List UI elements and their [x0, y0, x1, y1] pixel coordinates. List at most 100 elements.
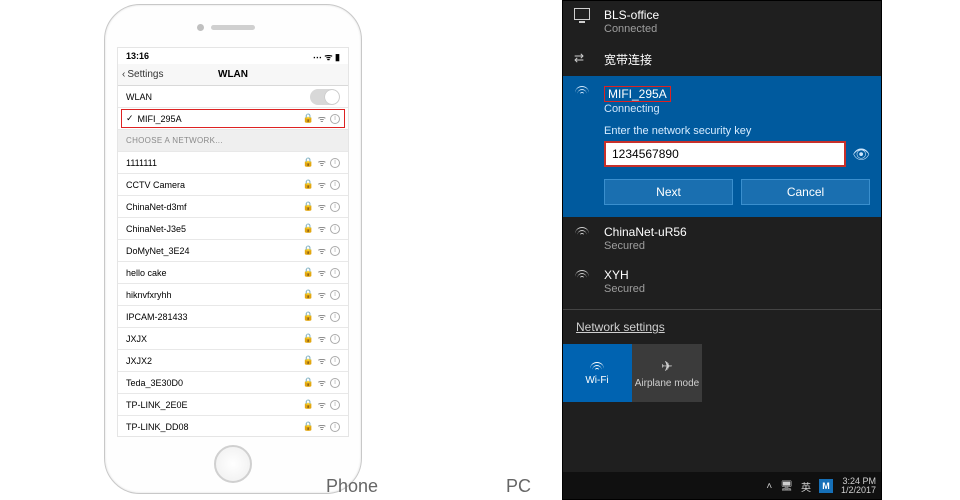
- wifi-icon: ᯤ: [318, 178, 326, 191]
- wlan-toggle[interactable]: [310, 89, 340, 105]
- status-bar: 13:16 ⋯ ᯤ ▮: [118, 48, 348, 64]
- network-row[interactable]: hello cake🔒ᯤi: [118, 262, 348, 284]
- button-row: Next Cancel: [604, 179, 870, 205]
- info-icon[interactable]: i: [330, 356, 340, 366]
- network-row[interactable]: CCTV Camera🔒 ᯤi: [118, 174, 348, 196]
- wifi-icon: ᯤ: [318, 398, 326, 411]
- network-item[interactable]: ChinaNet-uR56 Secured: [562, 217, 882, 260]
- quick-tiles: Wi-Fi ✈ Airplane mode: [562, 344, 882, 402]
- lock-icon: 🔒: [303, 333, 314, 344]
- info-icon[interactable]: i: [330, 334, 340, 344]
- info-icon[interactable]: i: [330, 312, 340, 322]
- home-button[interactable]: [214, 445, 252, 483]
- network-name: 宽带连接: [604, 51, 870, 68]
- phone-camera: [197, 24, 204, 31]
- info-icon[interactable]: i: [330, 290, 340, 300]
- network-ssid: Teda_3E30D0: [126, 378, 303, 388]
- row-icons: 🔒ᯤi: [303, 310, 340, 323]
- lock-icon: 🔒: [303, 179, 314, 190]
- airplane-icon: ✈: [661, 358, 673, 375]
- wifi-icon: [589, 360, 605, 372]
- airplane-tile[interactable]: ✈ Airplane mode: [632, 344, 702, 402]
- section-header: CHOOSE A NETWORK...: [118, 130, 348, 152]
- tray-clock[interactable]: 3:24 PM 1/2/2017: [841, 477, 876, 496]
- info-icon[interactable]: i: [330, 378, 340, 388]
- row-icons: 🔒ᯤi: [303, 376, 340, 389]
- network-list: 1111111🔒ᯤiCCTV Camera🔒ᯤiChinaNet-d3mf🔒ᯤi…: [118, 152, 348, 437]
- network-ssid: ChinaNet-J3e5: [126, 224, 303, 234]
- wifi-icon: [574, 84, 592, 98]
- network-row[interactable]: ChinaNet-d3mf🔒ᯤi: [118, 196, 348, 218]
- network-row[interactable]: JXJX2🔒ᯤi: [118, 350, 348, 372]
- tray-up-icon[interactable]: ˄: [766, 481, 772, 492]
- network-name: BLS-office: [604, 8, 870, 22]
- info-icon[interactable]: i: [330, 180, 340, 190]
- info-icon[interactable]: i: [330, 202, 340, 212]
- lock-icon: 🔒: [303, 157, 314, 168]
- phone-speaker: [211, 25, 255, 30]
- connected-network-row[interactable]: ✓ MIFI_295A 🔒 ᯤ i: [118, 108, 348, 130]
- network-ssid: hello cake: [126, 268, 303, 278]
- network-row[interactable]: TP-LINK_DD08🔒ᯤi: [118, 416, 348, 437]
- back-label: Settings: [127, 69, 163, 80]
- phone-screen: 13:16 ⋯ ᯤ ▮ ‹ Settings WLAN WLAN ✓ MIFI_…: [117, 47, 349, 437]
- nav-bar: ‹ Settings WLAN: [118, 64, 348, 86]
- status-right: ⋯ ᯤ ▮: [313, 50, 340, 63]
- network-item-selected[interactable]: MIFI_295A Connecting Enter the network s…: [562, 76, 882, 217]
- lock-icon: 🔒: [303, 245, 314, 256]
- check-icon: ✓: [126, 113, 134, 124]
- network-row[interactable]: IPCAM-281433🔒ᯤi: [118, 306, 348, 328]
- row-icons: 🔒ᯤi: [303, 222, 340, 235]
- lock-icon: 🔒: [303, 399, 314, 410]
- iphone-mockup: 13:16 ⋯ ᯤ ▮ ‹ Settings WLAN WLAN ✓ MIFI_…: [104, 4, 362, 494]
- network-item-dialup[interactable]: ⇄ 宽带连接: [562, 43, 882, 76]
- info-icon[interactable]: i: [330, 224, 340, 234]
- wifi-icon: ᯤ: [318, 244, 326, 257]
- row-icons: 🔒 ᯤi: [303, 398, 340, 411]
- network-row[interactable]: TP-LINK_2E0E🔒ᯤi: [118, 394, 348, 416]
- info-icon[interactable]: i: [330, 268, 340, 278]
- info-icon[interactable]: i: [330, 246, 340, 256]
- network-ssid: CCTV Camera: [126, 180, 303, 190]
- info-icon[interactable]: i: [330, 400, 340, 410]
- network-row[interactable]: DoMyNet_3E24🔒 ᯤi: [118, 240, 348, 262]
- network-row[interactable]: ChinaNet-J3e5🔒ᯤi: [118, 218, 348, 240]
- tray-ime[interactable]: 英: [801, 479, 811, 494]
- selected-network-status: Connecting: [604, 103, 870, 115]
- network-row[interactable]: hiknvfxryhh🔒ᯤi: [118, 284, 348, 306]
- network-row[interactable]: 1111111🔒ᯤi: [118, 152, 348, 174]
- info-icon[interactable]: i: [330, 422, 340, 432]
- lock-icon: 🔒: [303, 267, 314, 278]
- cancel-button[interactable]: Cancel: [741, 179, 870, 205]
- security-key-input[interactable]: [604, 141, 846, 167]
- network-ssid: DoMyNet_3E24: [126, 246, 303, 256]
- network-ssid: hiknvfxryhh: [126, 290, 303, 300]
- network-status: Connected: [604, 23, 870, 35]
- dialup-icon: ⇄: [574, 51, 592, 65]
- network-row[interactable]: Teda_3E30D0🔒ᯤi: [118, 372, 348, 394]
- row-icons: 🔒ᯤi: [303, 288, 340, 301]
- caption-pc: PC: [506, 476, 531, 497]
- info-icon[interactable]: i: [330, 158, 340, 168]
- lock-icon: 🔒: [303, 421, 314, 432]
- next-button[interactable]: Next: [604, 179, 733, 205]
- info-icon[interactable]: i: [330, 114, 340, 124]
- network-row[interactable]: JXJX🔒ᯤi: [118, 328, 348, 350]
- wifi-icon: ᯤ: [318, 354, 326, 367]
- network-item-bls[interactable]: BLS-office Connected: [562, 0, 882, 43]
- wlan-toggle-row[interactable]: WLAN: [118, 86, 348, 108]
- network-item[interactable]: XYH Secured: [562, 260, 882, 303]
- tray-monitor-icon[interactable]: 🖥: [780, 481, 793, 492]
- chevron-left-icon: ‹: [122, 69, 125, 80]
- wifi-tile[interactable]: Wi-Fi: [562, 344, 632, 402]
- windows-network-flyout: BLS-office Connected ⇄ 宽带连接 MIFI_295A Co…: [562, 0, 882, 500]
- tray-m-icon[interactable]: M: [819, 479, 833, 493]
- row-icons: 🔒ᯤi: [303, 332, 340, 345]
- reveal-password-icon[interactable]: 👁: [852, 146, 870, 163]
- network-ssid: 1111111: [126, 158, 303, 168]
- back-button[interactable]: ‹ Settings: [118, 69, 163, 80]
- lock-icon: 🔒: [303, 311, 314, 322]
- security-key-row: 👁: [604, 141, 870, 167]
- network-settings-link[interactable]: Network settings: [562, 309, 882, 344]
- connected-ssid: MIFI_295A: [138, 114, 303, 124]
